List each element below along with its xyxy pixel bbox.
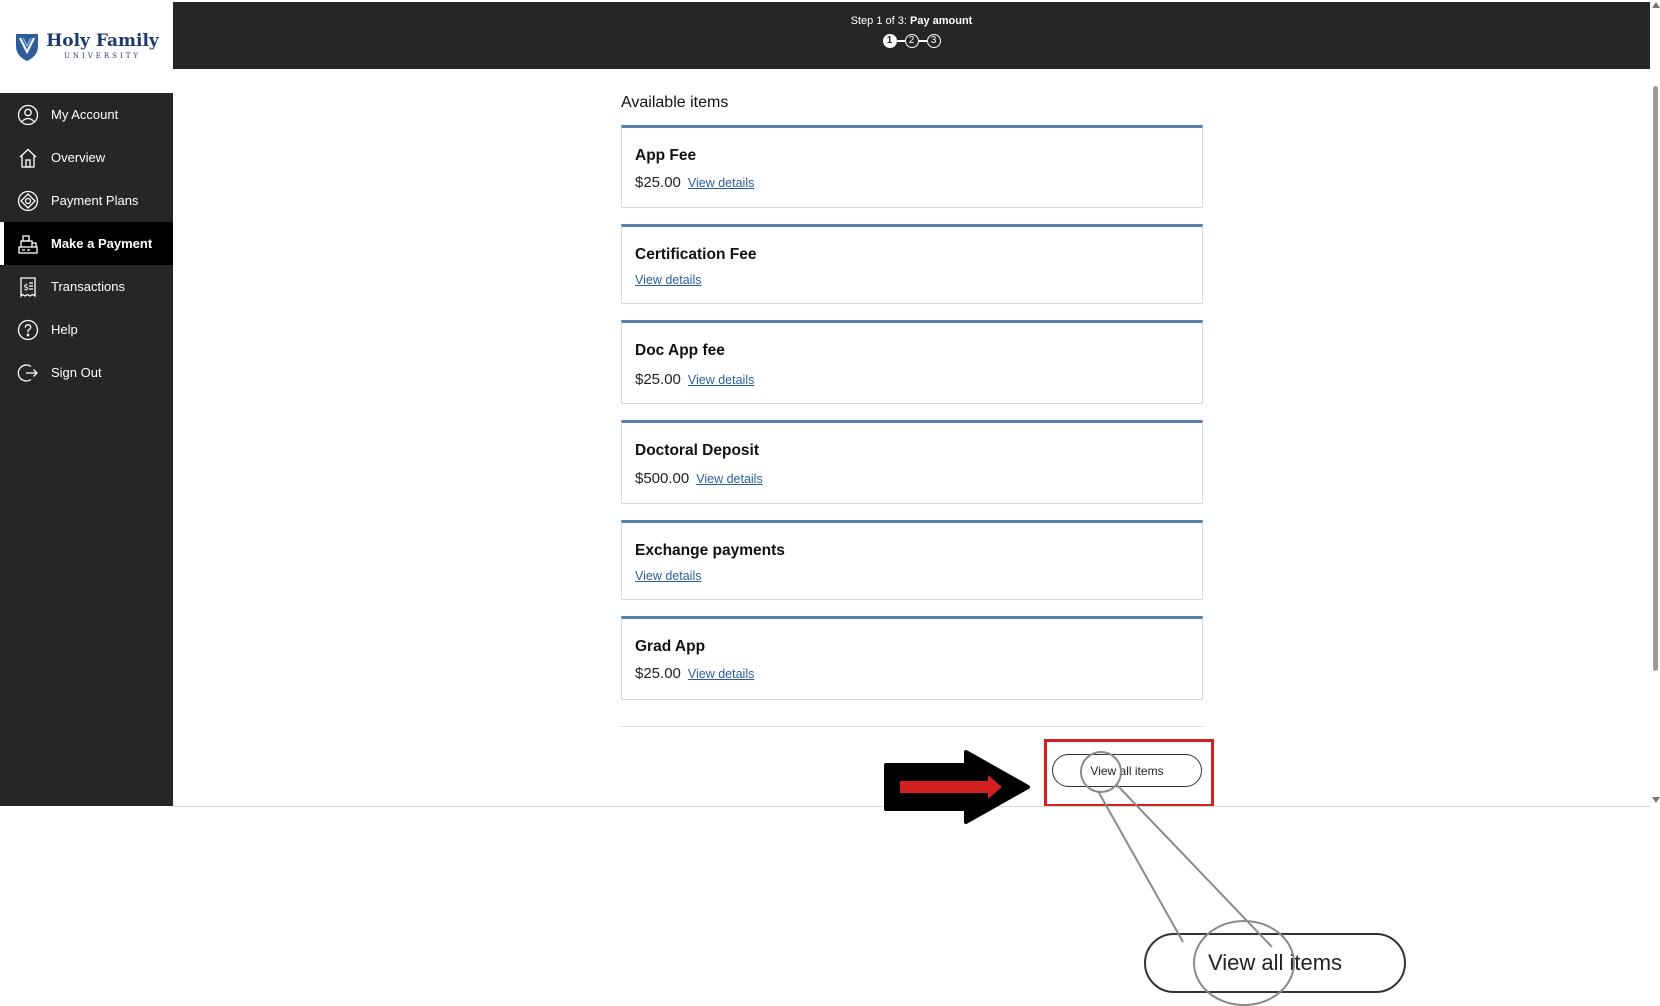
step-indicator: 1 2 3: [882, 34, 941, 48]
sidebar-item-label: Transactions: [51, 279, 125, 294]
item-title: Doctoral Deposit: [635, 442, 760, 459]
svg-text:$: $: [23, 283, 29, 293]
sidebar-item-help[interactable]: Help: [0, 308, 173, 351]
sidebar-item-label: Sign Out: [51, 365, 102, 380]
item-price: $25.00: [635, 174, 681, 191]
item-title: Doc App fee: [635, 342, 725, 359]
sidebar-item-label: Make a Payment: [51, 236, 153, 251]
view-details-link[interactable]: View details: [688, 373, 754, 387]
home-icon: [17, 147, 39, 169]
list-divider: [621, 726, 1203, 727]
step-1: 1: [882, 34, 897, 48]
item-card-certification-fee[interactable]: Certification Fee View details: [621, 224, 1203, 304]
sign-out-icon: [17, 362, 39, 384]
logo-subtitle: UNIVERSITY: [63, 52, 142, 60]
scroll-up-arrow-icon[interactable]: [1652, 2, 1660, 8]
shield-logo-icon: [16, 33, 39, 61]
sidebar-item-make-a-payment[interactable]: Make a Payment: [0, 222, 173, 265]
sidebar-item-label: My Account: [51, 107, 119, 122]
sidebar-item-label: Help: [51, 322, 78, 337]
item-title: App Fee: [635, 147, 697, 164]
sidebar: My Account Overview Payment Plans Make a…: [0, 93, 173, 806]
university-logo[interactable]: Holy Family UNIVERSITY: [14, 32, 159, 62]
annotation-zoomed-button: View all items: [1144, 933, 1406, 993]
view-details-link[interactable]: View details: [635, 273, 701, 287]
item-card-app-fee[interactable]: App Fee $25.00 View details: [621, 125, 1203, 208]
user-circle-icon: [17, 104, 39, 126]
sidebar-item-my-account[interactable]: My Account: [0, 93, 173, 136]
view-details-link[interactable]: View details: [696, 472, 762, 486]
step-3: 3: [926, 34, 941, 48]
page-scrollbar[interactable]: [1650, 0, 1660, 806]
view-details-link[interactable]: View details: [688, 667, 754, 681]
step-connector: [918, 40, 927, 42]
item-card-doc-app-fee[interactable]: Doc App fee $25.00 View details: [621, 320, 1203, 404]
viewport-bottom-edge: [173, 806, 1650, 807]
sidebar-item-label: Payment Plans: [51, 193, 139, 208]
register-icon: [17, 233, 39, 255]
scroll-down-arrow-icon[interactable]: [1652, 797, 1660, 803]
sidebar-item-transactions[interactable]: $ Transactions: [0, 265, 173, 308]
step-title: Pay amount: [909, 15, 973, 27]
step-2: 2: [904, 34, 919, 48]
sidebar-item-overview[interactable]: Overview: [0, 136, 173, 179]
item-title: Grad App: [635, 638, 706, 655]
step-prefix: Step 1 of 3:: [850, 15, 907, 27]
logo-name: Holy Family: [46, 31, 159, 51]
item-card-grad-app[interactable]: Grad App $25.00 View details: [621, 616, 1203, 700]
logo-area[interactable]: Holy Family UNIVERSITY: [0, 0, 173, 93]
item-price: $25.00: [635, 665, 681, 682]
item-card-exchange-payments[interactable]: Exchange payments View details: [621, 520, 1203, 600]
help-icon: [17, 319, 39, 341]
annotation-highlight-box: [1044, 739, 1214, 807]
payment-plans-icon: [17, 190, 39, 212]
sidebar-item-label: Overview: [51, 150, 106, 165]
section-title: Available items: [621, 94, 729, 111]
item-price: $25.00: [635, 371, 681, 388]
step-header: Step 1 of 3: Pay amount 1 2 3: [173, 2, 1650, 69]
view-details-link[interactable]: View details: [688, 176, 754, 190]
receipt-icon: $: [17, 276, 39, 298]
step-connector: [896, 40, 905, 42]
view-details-link[interactable]: View details: [635, 569, 701, 583]
item-title: Exchange payments: [635, 542, 785, 559]
step-label: Step 1 of 3: Pay amount: [173, 15, 1650, 27]
scrollbar-thumb[interactable]: [1653, 86, 1658, 671]
sidebar-item-payment-plans[interactable]: Payment Plans: [0, 179, 173, 222]
item-card-doctoral-deposit[interactable]: Doctoral Deposit $500.00 View details: [621, 420, 1203, 504]
item-title: Certification Fee: [635, 246, 757, 263]
sidebar-item-sign-out[interactable]: Sign Out: [0, 351, 173, 394]
item-price: $500.00: [635, 470, 690, 487]
